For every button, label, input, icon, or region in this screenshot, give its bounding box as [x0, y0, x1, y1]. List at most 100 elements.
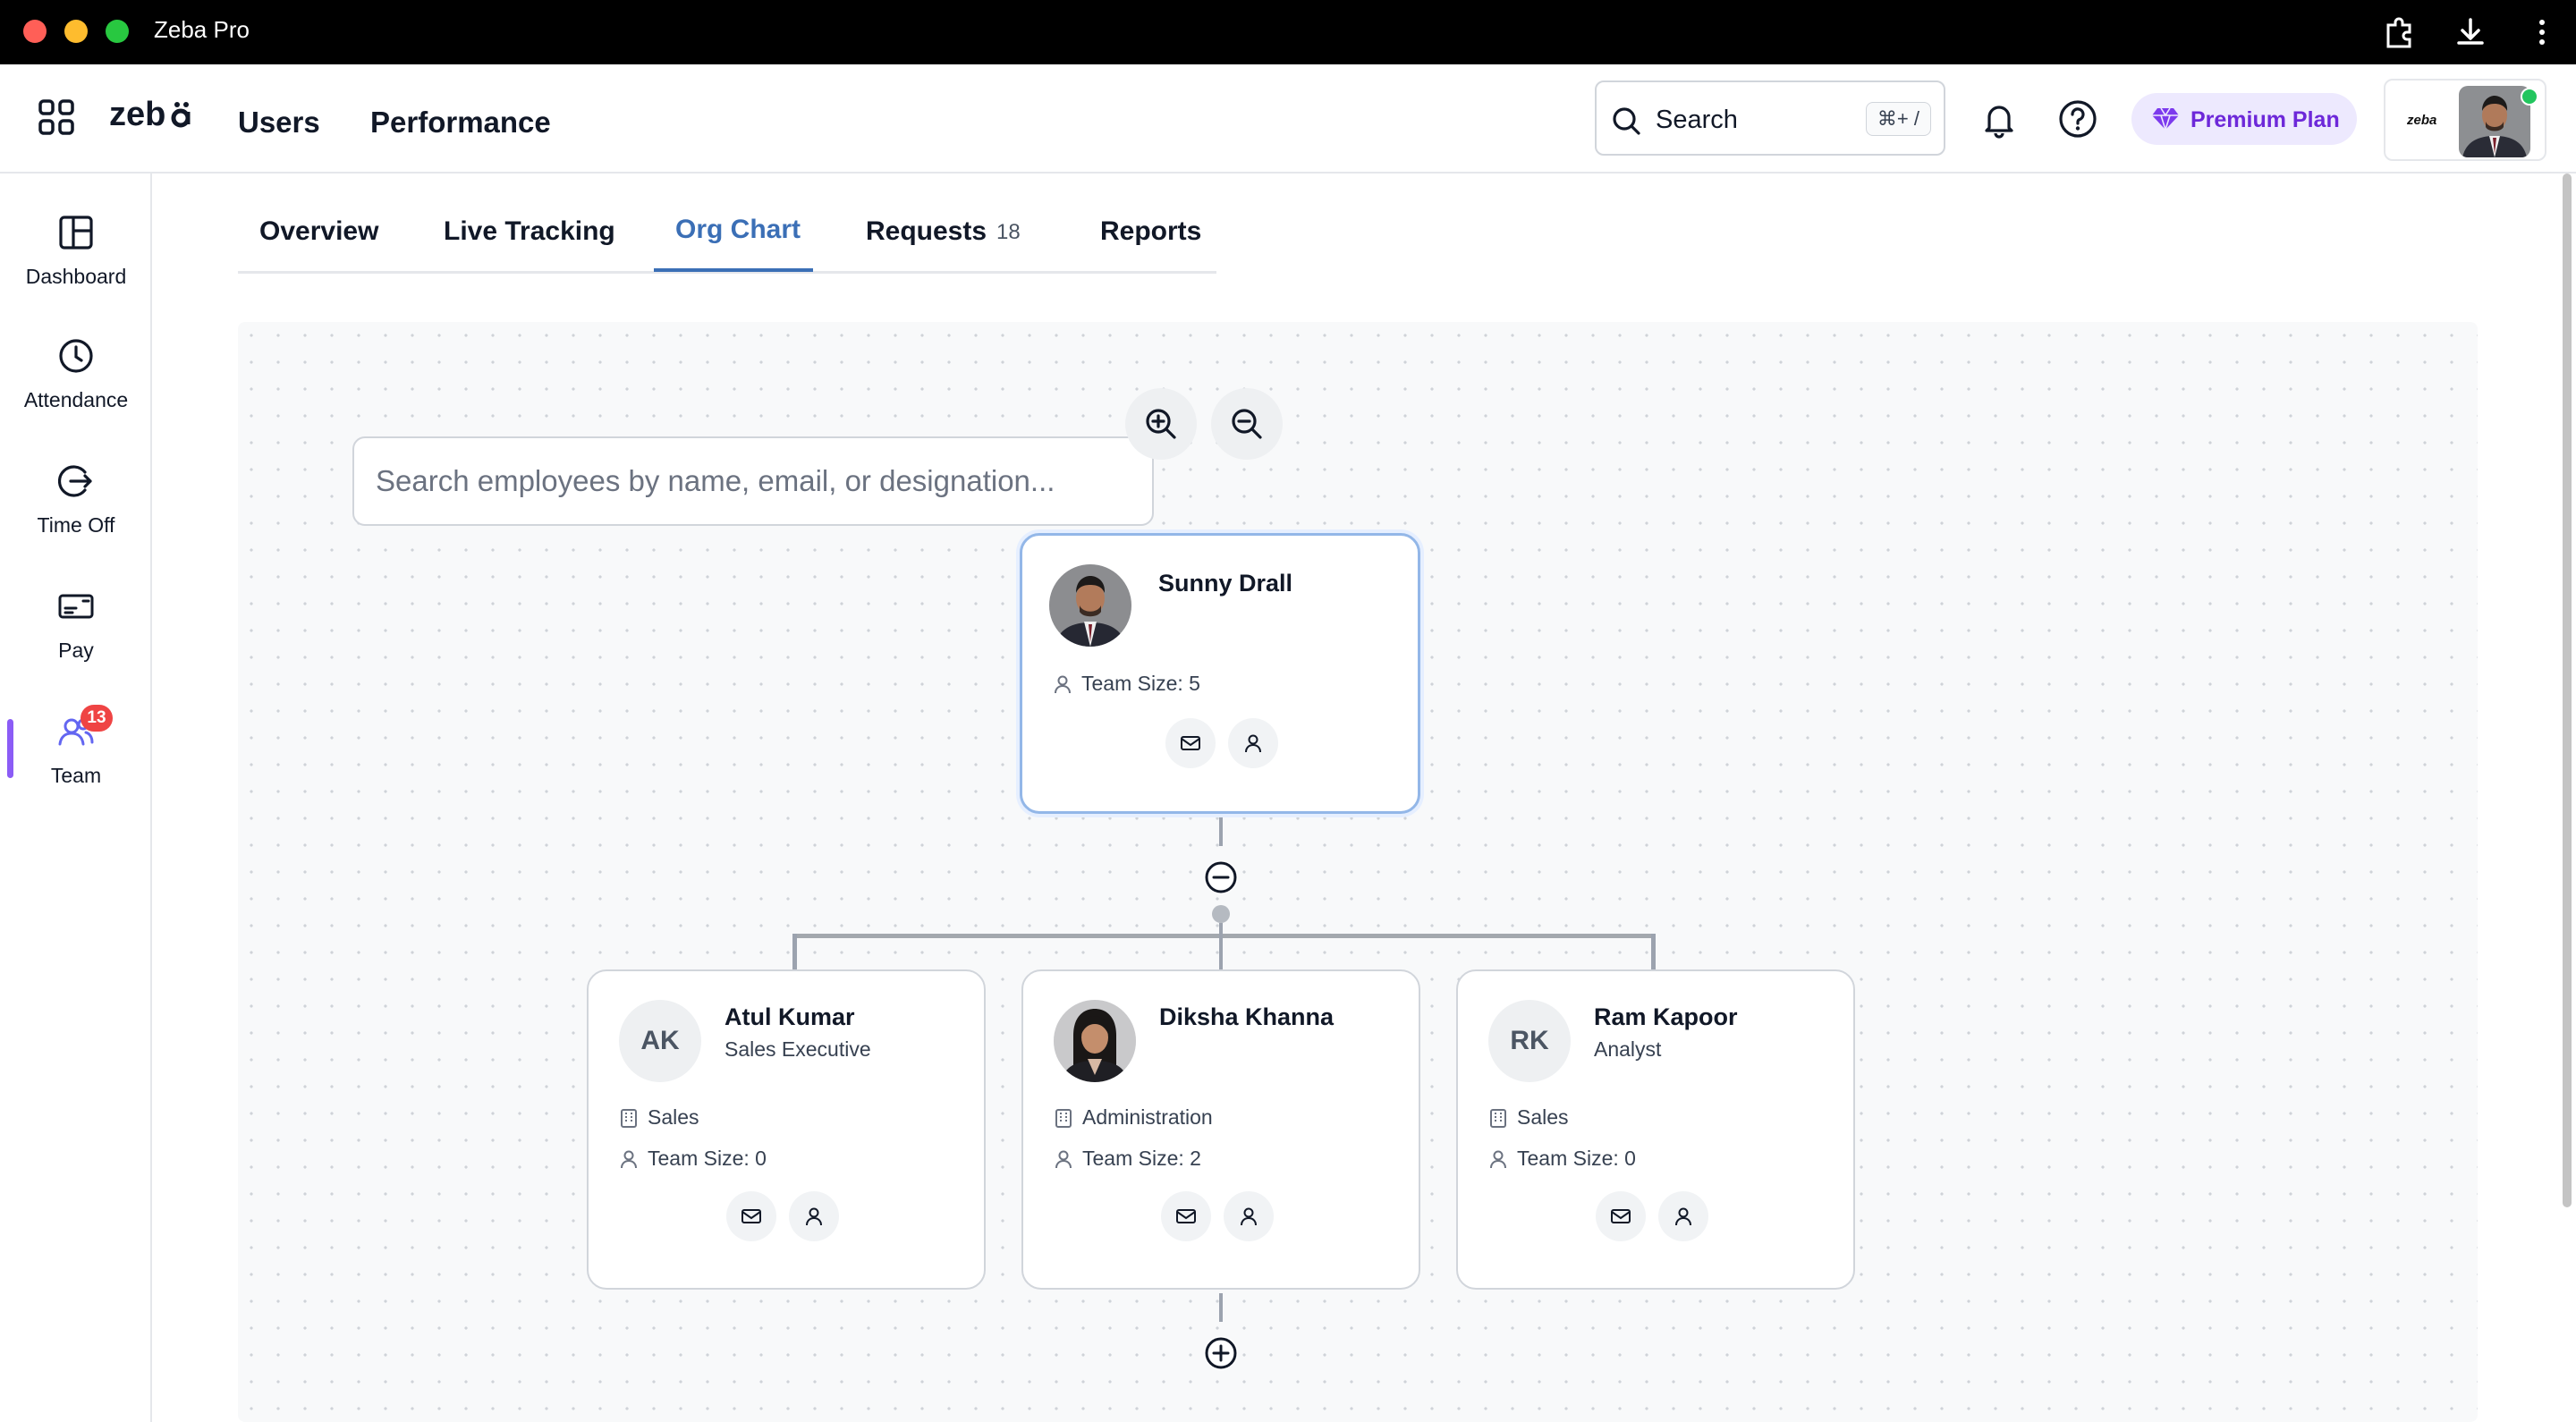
user-icon [1490, 1150, 1506, 1169]
expand-button[interactable] [1204, 1336, 1238, 1370]
maximize-window-button[interactable] [106, 20, 129, 43]
sidebar-item-pay[interactable]: Pay [0, 588, 152, 687]
online-status-dot [2521, 88, 2538, 106]
team-size: Team Size: 0 [619, 1147, 767, 1171]
org-card-atul-kumar[interactable]: AK Atul Kumar Sales Executive Sales Team… [587, 969, 986, 1290]
sidebar-item-dashboard[interactable]: Dashboard [0, 215, 152, 313]
user-icon [1055, 675, 1071, 694]
app-header: zeb Users Performance Search ⌘+ / Premiu… [0, 64, 2576, 174]
email-button[interactable] [1161, 1191, 1211, 1241]
zeba-logo[interactable]: zeb [109, 95, 195, 136]
mail-icon [741, 1209, 761, 1223]
user-icon [1675, 1207, 1691, 1226]
department-text: Sales [1517, 1105, 1569, 1129]
sidebar-item-label: Pay [58, 639, 94, 662]
sidebar-item-time-off[interactable]: Time Off [0, 463, 152, 562]
view-profile-button[interactable] [1228, 718, 1278, 768]
user-icon [621, 1150, 637, 1169]
plus-circle-icon [1205, 1337, 1237, 1369]
connector-node [1212, 905, 1230, 923]
tab-org-chart[interactable]: Org Chart [675, 215, 801, 245]
sidebar-item-attendance[interactable]: Attendance [0, 338, 152, 436]
premium-plan-button[interactable]: Premium Plan [2131, 93, 2357, 145]
search-icon [1613, 107, 1640, 135]
department: Sales [619, 1105, 699, 1130]
user-icon [1245, 734, 1261, 753]
email-button[interactable] [1165, 718, 1216, 768]
collapse-button[interactable] [1204, 860, 1238, 894]
team-size-text: Team Size: 2 [1082, 1147, 1201, 1170]
team-size-text: Team Size: 0 [1517, 1147, 1636, 1170]
diamond-icon [2152, 107, 2179, 131]
sidebar-item-label: Team [50, 764, 102, 787]
mail-icon [1181, 736, 1200, 750]
nav-users[interactable]: Users [238, 106, 320, 140]
profile-menu[interactable]: zeba [2384, 79, 2546, 161]
team-size: Team Size: 0 [1488, 1147, 1636, 1171]
email-button[interactable] [726, 1191, 776, 1241]
nav-performance[interactable]: Performance [370, 106, 551, 140]
tab-reports[interactable]: Reports [1100, 216, 1201, 247]
employee-name: Atul Kumar [724, 1003, 855, 1030]
search-shortcut: ⌘+ / [1865, 102, 1931, 136]
download-icon[interactable] [2453, 14, 2488, 50]
view-profile-button[interactable] [1658, 1191, 1708, 1241]
sidebar-item-label: Attendance [23, 388, 129, 411]
employee-name: Sunny Drall [1158, 570, 1293, 597]
connector-line [1651, 934, 1656, 969]
tab-bar: Overview Live Tracking Org Chart Request… [238, 200, 1216, 274]
connector-line [1219, 923, 1223, 934]
bell-icon[interactable] [1979, 98, 2020, 140]
sidebar-item-label: Time Off [37, 513, 115, 537]
minimize-window-button[interactable] [64, 20, 88, 43]
user-icon [1055, 1150, 1072, 1169]
employee-name: Diksha Khanna [1159, 1003, 1335, 1030]
email-button[interactable] [1596, 1191, 1646, 1241]
card-icon [58, 594, 94, 619]
window-titlebar: Zeba Pro [0, 0, 2576, 64]
more-vertical-icon[interactable] [2524, 14, 2560, 50]
tab-overview[interactable]: Overview [259, 216, 378, 247]
building-icon [621, 1109, 637, 1128]
avatar [1054, 1000, 1136, 1082]
tab-requests[interactable]: Requests [866, 216, 987, 247]
view-profile-button[interactable] [789, 1191, 839, 1241]
view-profile-button[interactable] [1224, 1191, 1274, 1241]
vertical-scrollbar[interactable] [2563, 174, 2572, 1207]
avatar-initials: AK [619, 1000, 701, 1082]
department-text: Sales [648, 1105, 699, 1129]
tab-live-tracking[interactable]: Live Tracking [444, 216, 615, 247]
team-notification-badge: 13 [80, 705, 113, 732]
sidebar-item-team[interactable]: 13 Team [0, 705, 152, 812]
avatar-initials: RK [1488, 1000, 1571, 1082]
global-search[interactable]: Search ⌘+ / [1595, 80, 1945, 156]
help-icon[interactable] [2057, 98, 2098, 140]
org-card-diksha-khanna[interactable]: Diksha Khanna Administration Team Size: … [1021, 969, 1420, 1290]
employee-search-input[interactable] [352, 436, 1154, 526]
mail-icon [1611, 1209, 1631, 1223]
search-label: Search [1656, 106, 1738, 134]
requests-count: 18 [996, 220, 1021, 244]
zoom-out-button[interactable] [1211, 388, 1283, 460]
team-size: Team Size: 2 [1054, 1147, 1201, 1171]
org-card-root[interactable]: Sunny Drall Team Size: 5 [1020, 533, 1420, 814]
window-title: Zeba Pro [154, 16, 250, 43]
extensions-icon[interactable] [2381, 14, 2417, 50]
building-icon [1055, 1109, 1072, 1128]
user-icon [1241, 1207, 1257, 1226]
team-size-text: Team Size: 5 [1081, 672, 1200, 695]
department: Sales [1488, 1105, 1569, 1130]
apps-grid-icon[interactable] [38, 98, 75, 136]
org-card-ram-kapoor[interactable]: RK Ram Kapoor Analyst Sales Team Size: 0 [1456, 969, 1855, 1290]
avatar [2459, 86, 2530, 157]
building-icon [1490, 1109, 1506, 1128]
zoom-in-button[interactable] [1125, 388, 1197, 460]
team-size-text: Team Size: 0 [648, 1147, 767, 1170]
active-tab-underline [654, 268, 813, 272]
sidebar: Dashboard Attendance Time Off Pay 13 Tea… [0, 174, 152, 1422]
close-window-button[interactable] [23, 20, 47, 43]
connector-line [1219, 1293, 1223, 1322]
employee-role: Sales Executive [724, 1037, 871, 1061]
employee-role: Analyst [1594, 1037, 1662, 1061]
org-chart-canvas[interactable]: Sunny Drall Team Size: 5 AK Atul Kumar S… [238, 322, 2478, 1422]
